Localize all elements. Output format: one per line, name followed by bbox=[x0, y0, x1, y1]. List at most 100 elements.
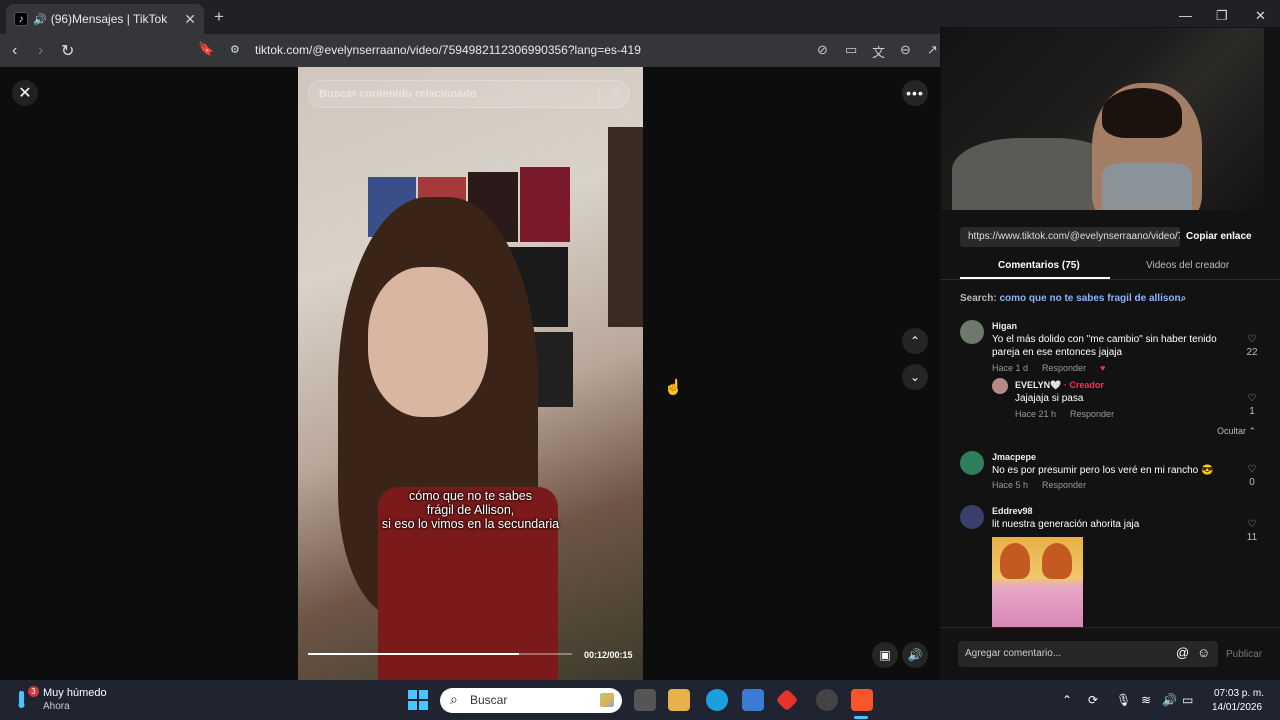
search-icon[interactable]: ⌕ bbox=[613, 86, 620, 101]
active-app-indicator bbox=[854, 716, 868, 719]
poster-image bbox=[520, 167, 570, 242]
app-icon[interactable] bbox=[816, 689, 838, 711]
heart-icon: ♡ bbox=[1247, 393, 1257, 404]
window-close-icon[interactable]: ✕ bbox=[1255, 8, 1266, 24]
more-options-button[interactable]: ••• bbox=[902, 80, 928, 106]
publish-button[interactable]: Publicar bbox=[1226, 649, 1262, 660]
comment-username[interactable]: Jmacpepe bbox=[992, 452, 1036, 462]
comment-username[interactable]: Higan bbox=[992, 321, 1017, 331]
forward-icon[interactable]: › bbox=[38, 42, 43, 60]
door-frame bbox=[608, 127, 643, 327]
wifi-icon[interactable]: ≋ bbox=[1141, 693, 1151, 707]
like-button[interactable]: ♡ 11 bbox=[1244, 519, 1260, 543]
creator-tag: · Creador bbox=[1063, 380, 1104, 390]
cartoon-character bbox=[1000, 543, 1030, 579]
copy-link-button[interactable]: Copiar enlace bbox=[1186, 231, 1252, 242]
tab-creator-videos[interactable]: Videos del creador bbox=[1146, 260, 1229, 271]
volume-icon[interactable]: 🔊 bbox=[1162, 693, 1177, 707]
weather-title[interactable]: Muy húmedo bbox=[43, 687, 107, 699]
tab-close-icon[interactable]: ✕ bbox=[184, 11, 196, 28]
file-explorer-icon[interactable] bbox=[668, 689, 690, 711]
mention-icon[interactable]: @ bbox=[1176, 645, 1189, 660]
comment-placeholder: Agregar comentario... bbox=[965, 648, 1062, 659]
sync-icon[interactable]: ⟳ bbox=[1088, 693, 1098, 707]
like-count: 0 bbox=[1249, 477, 1255, 488]
new-tab-button[interactable]: + bbox=[214, 7, 224, 27]
like-count: 11 bbox=[1246, 532, 1258, 543]
site-info-icon[interactable]: ⚙ bbox=[230, 43, 240, 56]
next-video-button[interactable]: ⌄ bbox=[902, 364, 928, 390]
reply-button[interactable]: Responder bbox=[1042, 480, 1086, 490]
clock-time[interactable]: 07:03 p. m. bbox=[1214, 688, 1264, 699]
avatar[interactable] bbox=[992, 378, 1008, 394]
store-icon[interactable] bbox=[742, 689, 764, 711]
hide-replies-button[interactable]: Ocultar ⌃ bbox=[1217, 426, 1256, 437]
bookmark-icon[interactable]: 🔖 bbox=[198, 41, 214, 57]
search-mini-icon: ⌕ bbox=[1180, 293, 1187, 304]
previous-video-button[interactable]: ⌃ bbox=[902, 328, 928, 354]
like-button[interactable]: ♡ 0 bbox=[1244, 464, 1260, 488]
search-highlight-icon bbox=[600, 693, 614, 707]
comment-username[interactable]: EVELYN🤍 · Creador bbox=[1015, 380, 1104, 391]
comment-text: Yo el más dolido con "me cambio" sin hab… bbox=[992, 334, 1217, 358]
battery-icon[interactable]: ▭ bbox=[1182, 693, 1193, 707]
comment-username[interactable]: Eddrev98 bbox=[992, 506, 1033, 516]
panel-divider bbox=[940, 627, 1280, 628]
comment-image[interactable] bbox=[992, 537, 1083, 627]
avatar[interactable] bbox=[960, 320, 984, 344]
microphone-icon[interactable]: 🎙 bbox=[1116, 693, 1131, 707]
chevron-up-icon[interactable]: ⌃ bbox=[1062, 693, 1072, 707]
cartoon-character bbox=[1042, 543, 1072, 579]
clock-date[interactable]: 14/01/2026 bbox=[1212, 702, 1262, 713]
search-suggestion[interactable]: Search: como que no te sabes fragil de a… bbox=[960, 293, 1186, 304]
share-icon[interactable]: ↗ bbox=[927, 42, 938, 58]
emoji-icon[interactable]: ☺ bbox=[1197, 645, 1210, 660]
person-face bbox=[368, 267, 488, 417]
close-video-button[interactable]: ✕ bbox=[12, 80, 38, 106]
brave-icon[interactable] bbox=[851, 689, 873, 711]
cast-icon[interactable]: ▭ bbox=[845, 42, 857, 58]
minimize-icon[interactable]: — bbox=[1179, 8, 1192, 23]
edge-icon[interactable] bbox=[706, 689, 728, 711]
translate-icon[interactable]: 文 bbox=[872, 42, 885, 61]
tab-comments[interactable]: Comentarios (75) bbox=[998, 260, 1080, 271]
caption-line: cómo que no te sabes bbox=[409, 489, 532, 503]
taskbar-search[interactable]: ⌕ Buscar bbox=[440, 688, 622, 713]
search-query-link[interactable]: como que no te sabes fragil de allison bbox=[999, 293, 1180, 304]
back-icon[interactable]: ‹ bbox=[12, 42, 17, 60]
avatar[interactable] bbox=[960, 451, 984, 475]
start-button[interactable] bbox=[408, 690, 428, 710]
url-field[interactable]: tiktok.com/@evelynserraano/video/7594982… bbox=[255, 43, 641, 57]
avatar[interactable] bbox=[960, 505, 984, 529]
like-button[interactable]: ♡ 22 bbox=[1244, 334, 1260, 358]
task-view-icon[interactable] bbox=[634, 689, 656, 711]
video-progress-bar[interactable] bbox=[308, 653, 572, 655]
reply-button[interactable]: Responder bbox=[1070, 409, 1114, 419]
like-button[interactable]: ♡ 1 bbox=[1244, 393, 1260, 417]
chevron-down-icon: ⌄ bbox=[909, 370, 921, 384]
speaker-icon[interactable]: 🔊 bbox=[33, 13, 47, 26]
floating-player-button[interactable]: ▣ bbox=[872, 642, 898, 668]
video-player[interactable] bbox=[298, 67, 643, 680]
comment-meta: Hace 5 h Responder bbox=[992, 480, 1100, 490]
creator-name: EVELYN🤍 bbox=[1015, 380, 1062, 390]
video-caption: cómo que no te sabes frágil de Allison, … bbox=[298, 489, 643, 531]
volume-button[interactable]: 🔊 bbox=[902, 642, 928, 668]
search-divider bbox=[598, 87, 599, 103]
reader-off-icon[interactable]: ⊘ bbox=[817, 42, 828, 58]
maximize-icon[interactable]: ❐ bbox=[1216, 8, 1228, 24]
tab-divider bbox=[940, 279, 1280, 280]
comment-input[interactable]: Agregar comentario... @ ☺ bbox=[958, 641, 1218, 667]
caption-line: frágil de Allison, bbox=[426, 503, 515, 517]
related-search-input[interactable]: Buscar contenido relacionado ⌕ bbox=[308, 80, 630, 108]
hand-cursor-icon: ☝ bbox=[664, 379, 683, 396]
browser-tab[interactable]: ♪ 🔊 (96)Mensajes | TikTok ✕ bbox=[6, 4, 204, 34]
webcam-person-shirt bbox=[1102, 163, 1192, 210]
heart-icon: ♡ bbox=[1247, 519, 1257, 530]
comment-time: Hace 5 h bbox=[992, 480, 1029, 490]
zoom-icon[interactable]: ⊖ bbox=[900, 42, 911, 58]
reload-icon[interactable]: ↻ bbox=[61, 41, 74, 61]
share-link-field[interactable]: https://www.tiktok.com/@evelynserraano/v… bbox=[960, 227, 1180, 247]
reply-button[interactable]: Responder bbox=[1042, 363, 1086, 373]
related-search-placeholder: Buscar contenido relacionado bbox=[319, 88, 477, 100]
